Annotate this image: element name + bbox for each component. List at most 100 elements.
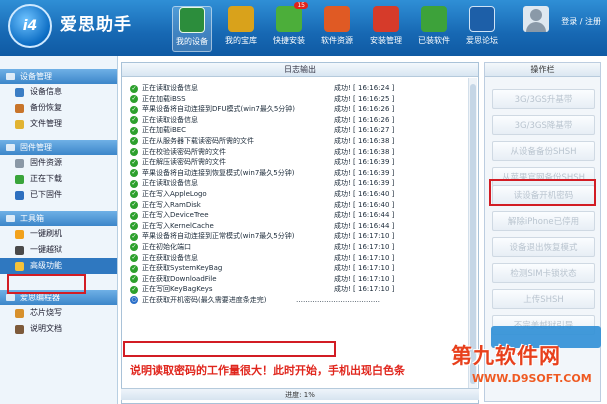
upload-shsh-button[interactable]: 上传SHSH [492,289,595,309]
check-icon: ✓ [130,264,138,273]
backup-shsh-device-button[interactable]: 从设备备份SHSH [492,141,595,161]
sidebar-item-flash[interactable]: 一键刷机 [0,226,117,242]
bolt-icon [15,230,24,239]
log-row: ✓ 正在写入AppleLogo 成功! [ 16:16:40 ] [130,189,395,199]
section-toolbox[interactable]: 工具箱 [0,211,117,226]
read-passcode-outline [489,179,596,206]
sidebar-item-label: 备份恢复 [30,103,62,112]
operations-title: 操作栏 [485,63,600,77]
log-row: ✓ 正在读取设备信息 成功! [ 16:16:24 ] [130,84,395,93]
log-row: ✓ 正在获取DownloadFile 成功! [ 16:17:10 ] [130,274,395,284]
log-row: ✓ 正在初始化端口 成功! [ 16:17:10 ] [130,242,395,252]
logo-text: i4 [22,18,38,34]
watermark-logo: 第九软件网 [451,344,561,368]
folder-icon [15,120,24,129]
app-title: 爱思助手 [60,15,132,35]
chip-icon [15,191,24,200]
sidebar-item-firmware-resources[interactable]: 固件资源 [0,155,117,171]
nav-software-resources[interactable]: 软件资源 [317,6,357,52]
selection-highlight-outline [7,274,86,294]
sidebar: 设备管理 设备信息 备份恢复 文件管理 固件管理 固件资源 正在下载 已下固件 … [0,56,118,404]
log-row: ✓ 正在加载iBSS 成功! [ 16:16:25 ] [130,94,395,104]
log-row: ✓ 正在读取设备信息 成功! [ 16:16:39 ] [130,179,395,188]
sidebar-item-label: 固件资源 [30,158,62,167]
check-icon: ✓ [130,285,138,294]
log-row: ✓ 正在解压读密码所需的文件 成功! [ 16:16:39 ] [130,158,395,167]
document-icon [15,325,24,334]
log-list: ✓ 正在读取设备信息 成功! [ 16:16:24 ] ✓ 正在加载iBSS 成功! [… [128,83,468,305]
nav-forum[interactable]: 爱思论坛 [462,6,502,52]
scroll-thumb[interactable] [470,84,476,384]
sidebar-item-label: 正在下载 [30,174,62,183]
current-dots: ……………………………… [296,295,380,304]
update-count-badge: 15 [294,2,308,9]
sidebar-item-files[interactable]: 文件管理 [0,116,117,132]
log-row: ✓ 正在写入DeviceTree 成功! [ 16:16:44 ] [130,211,395,220]
sidebar-item-backup[interactable]: 备份恢复 [0,100,117,116]
baseband-upgrade-button[interactable]: 3G/3GS升基带 [492,89,595,109]
section-device-management[interactable]: 设备管理 [0,69,117,84]
check-icon: ✓ [130,126,138,135]
nav-my-library[interactable]: 我的宝库 [221,6,261,52]
check-icon: ✓ [130,211,138,220]
nav-my-device[interactable]: 我的设备 [172,6,212,52]
register-link[interactable]: 注册 [585,17,601,26]
download-icon [15,175,24,184]
avatar[interactable] [523,6,549,32]
log-row: ✓ 苹果设备将自动连接到恢复模式(win7最久5分钟) 成功! [ 16:16:39… [130,168,395,178]
sidebar-item-advanced[interactable]: 高级功能 [0,258,117,274]
nav-install-manager[interactable]: 安装管理 [366,6,406,52]
nav-installed-apps[interactable]: 已装软件 [414,6,454,52]
nav-label: 我的设备 [176,37,208,46]
forum-icon [469,6,495,32]
sidebar-item-device-info[interactable]: 设备信息 [0,84,117,100]
exit-recovery-button[interactable]: 设备退出恢复模式 [492,237,595,257]
nav-label: 我的宝库 [225,36,257,45]
sim-lock-check-button[interactable]: 检测SIM卡锁状态 [492,263,595,283]
check-icon: ✓ [130,84,138,93]
check-icon: ✓ [130,179,138,188]
sidebar-item-label: 芯片烧写 [30,308,62,317]
app-logo: i4 [8,4,52,48]
caption-text: 说明读取密码的工作量很大！此时开始，手机出现白色条 [130,364,405,377]
unlock-disabled-button[interactable]: 解除iPhone已停用 [492,211,595,231]
backup-icon [15,104,24,113]
log-row-current: ○ 正在获取开机密码(最久需要进度条走完) ……………………………… [128,295,468,306]
progress-value: 1% [303,391,315,399]
nav-label: 安装管理 [370,36,402,45]
log-row: ✓ 苹果设备将自动连接到正常模式(win7最久5分钟) 成功! [ 16:17:10… [130,232,395,241]
sidebar-item-jailbreak[interactable]: 一键越狱 [0,242,117,258]
log-row: ✓ 正在从服务器下载读密码所需的文件 成功! [ 16:16:38 ] [130,136,395,146]
user-icon [530,9,542,21]
log-row: ✓ 正在读取设备信息 成功! [ 16:16:26 ] [130,115,395,125]
separator: / [579,17,583,26]
check-icon: ✓ [130,232,138,241]
log-row: ✓ 苹果设备将自动连接到DFU模式(win7最久5分钟) 成功! [ 16:16:2… [130,105,395,114]
sidebar-item-label: 说明文档 [30,324,62,333]
nav-label: 爱思论坛 [466,36,498,45]
device-icon [179,7,205,33]
check-icon: ✓ [130,116,138,125]
baseband-downgrade-button[interactable]: 3G/3GS降基带 [492,115,595,135]
sidebar-item-docs[interactable]: 说明文档 [0,321,117,337]
sidebar-item-label: 文件管理 [30,119,62,128]
check-icon: ✓ [130,95,138,104]
nav-label: 已装软件 [418,36,450,45]
login-link[interactable]: 登录 [561,17,577,26]
check-icon: ✓ [130,137,138,146]
check-icon: ✓ [130,201,138,210]
section-firmware-management[interactable]: 固件管理 [0,140,117,155]
check-icon: ✓ [130,275,138,284]
sidebar-item-downloading[interactable]: 正在下载 [0,171,117,187]
info-icon [15,88,24,97]
log-row: ✓ 正在写回KeyBagKeys 成功! [ 16:17:10 ] [130,285,395,294]
chip-burn-icon [15,309,24,318]
sidebar-item-downloaded[interactable]: 已下固件 [0,187,117,203]
chart-icon [228,6,254,32]
manage-icon [373,6,399,32]
check-icon: ✓ [130,105,138,114]
sidebar-item-chip-burn[interactable]: 芯片烧写 [0,305,117,321]
watermark-url: WWW.D9SOFT.COM [472,372,592,385]
nav-quick-install[interactable]: 15 快捷安装 [269,2,309,52]
login-register: 登录 / 注册 [561,16,601,27]
